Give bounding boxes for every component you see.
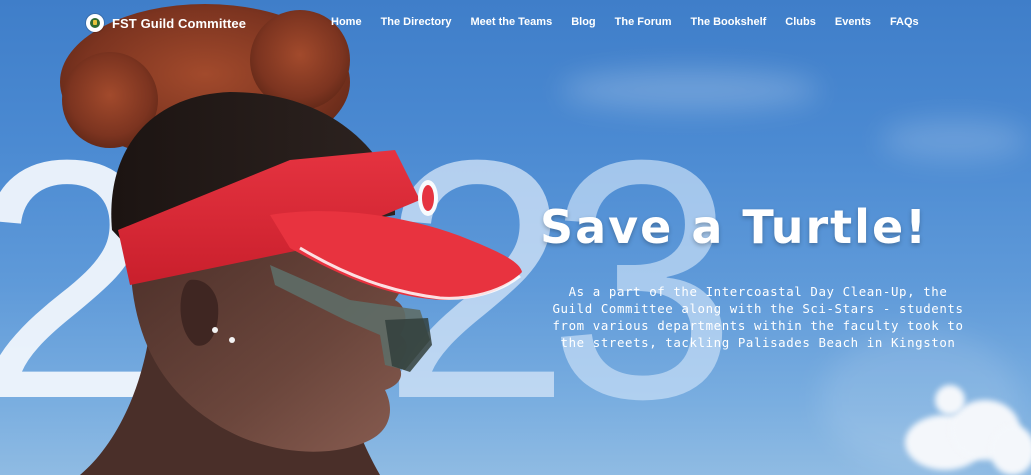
nav-link-home[interactable]: Home — [331, 16, 362, 28]
hero-photo-person — [60, 4, 522, 475]
cloud — [880, 120, 1030, 160]
year-digit: 3 — [548, 90, 738, 470]
brand-name: FST Guild Committee — [112, 15, 247, 31]
nav-link-directory[interactable]: The Directory — [381, 16, 452, 28]
cloud — [990, 425, 1031, 475]
hero-headline: Save a Turtle! — [540, 200, 929, 254]
nav-link-forum[interactable]: The Forum — [615, 16, 672, 28]
guild-crest-icon — [86, 14, 104, 32]
brand[interactable]: FST Guild Committee — [86, 14, 246, 32]
cloud — [935, 385, 965, 415]
nav-link-clubs[interactable]: Clubs — [785, 16, 816, 28]
nav-link-events[interactable]: Events — [835, 16, 871, 28]
nav-link-faqs[interactable]: FAQs — [890, 16, 919, 28]
nav-link-bookshelf[interactable]: The Bookshelf — [691, 16, 767, 28]
hero-description: As a part of the Intercoastal Day Clean-… — [552, 284, 964, 350]
top-navigation: FST Guild Committee Home The Directory M… — [0, 0, 1031, 48]
nav-link-blog[interactable]: Blog — [571, 16, 595, 28]
nav-links: Home The Directory Meet the Teams Blog T… — [331, 16, 919, 28]
nav-link-meet-the-teams[interactable]: Meet the Teams — [470, 16, 552, 28]
